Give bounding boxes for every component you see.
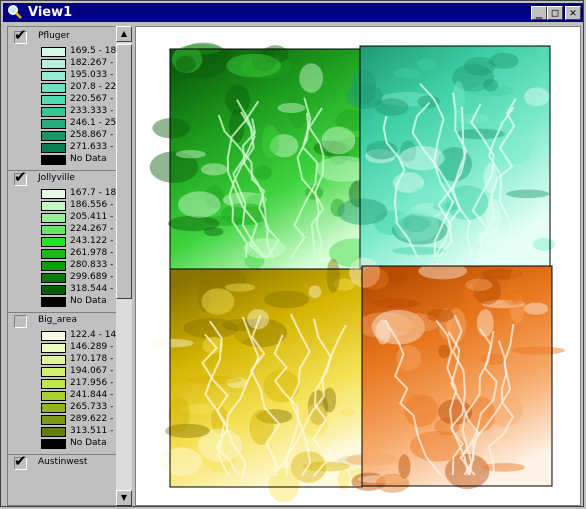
legend-class-label: 241.844 -	[70, 390, 114, 400]
scroll-up-arrow-icon[interactable]: ▲	[116, 26, 132, 42]
legend-swatch	[41, 143, 66, 153]
legend-class-label: No Data	[70, 154, 107, 164]
layer-name: Jollyville	[38, 173, 75, 183]
layer-separator	[8, 312, 118, 313]
legend-class-label: No Data	[70, 296, 107, 306]
scroll-down-arrow-icon[interactable]: ▼	[116, 490, 132, 506]
layer-visibility-checkbox[interactable]: ✔	[14, 27, 27, 44]
map-display[interactable]	[135, 26, 581, 506]
legend-swatch	[41, 355, 66, 365]
legend-swatch	[41, 391, 66, 401]
legend-swatch	[41, 131, 66, 141]
legend-class-label: 195.033 -	[70, 70, 114, 80]
layer-visibility-checkbox[interactable]: ✔	[14, 169, 27, 186]
legend-swatch	[41, 95, 66, 105]
legend-swatch	[41, 249, 66, 259]
legend-class-label: 318.544 -	[70, 284, 114, 294]
legend-swatch	[41, 71, 66, 81]
legend-swatch	[41, 415, 66, 425]
legend-swatch	[41, 427, 66, 437]
legend-class-label: 243.122 -	[70, 236, 114, 246]
legend-class-label: 265.733 -	[70, 402, 114, 412]
legend-class-label: 271.633 -	[70, 142, 114, 152]
legend-class-label: 224.267 -	[70, 224, 114, 234]
layer-name: Pfluger	[38, 31, 70, 41]
layer-visibility-checkbox[interactable]: ✔	[14, 453, 27, 470]
legend-swatch	[41, 273, 66, 283]
legend-swatch	[41, 189, 66, 199]
checkmark-icon: ✔	[14, 26, 27, 44]
legend-class-label: 233.333 -	[70, 106, 114, 116]
legend-class-label: 313.511 -	[70, 426, 114, 436]
legend-class-label: 167.7 - 18	[70, 188, 117, 198]
legend-scrollbar[interactable]: ▲ ▼	[116, 26, 132, 506]
legend-class-label: No Data	[70, 438, 107, 448]
legend-class-label: 289.622 -	[70, 414, 114, 424]
legend-swatch	[41, 403, 66, 413]
map-tile-jollyville[interactable]	[149, 42, 384, 270]
legend-class-label: 169.5 - 18	[70, 46, 117, 56]
view-magnifier-icon	[8, 5, 22, 19]
legend-swatch	[41, 343, 66, 353]
legend-class-label: 170.178 -	[70, 354, 114, 364]
legend-class-label: 299.689 -	[70, 272, 114, 282]
legend-swatch	[41, 201, 66, 211]
layer-name: Big_area	[38, 315, 77, 325]
legend-swatch	[41, 261, 66, 271]
legend-class-label: 122.4 - 14	[70, 330, 117, 340]
legend-class-label: 146.289 -	[70, 342, 114, 352]
legend-class-label: 207.8 - 22	[70, 82, 117, 92]
legend-class-label: 194.067 -	[70, 366, 114, 376]
legend-swatch	[41, 297, 66, 307]
legend-swatch	[41, 285, 66, 295]
legend-panel: ✔ Pfluger 169.5 - 18 182.267 - 195.033 - 207.…	[7, 26, 132, 506]
legend-class-label: 258.867 -	[70, 130, 114, 140]
view-window: View1 _ □ ✕ ✔ Pfluger 169.5 - 18 182.267 - 1…	[0, 0, 584, 507]
legend-swatch	[41, 379, 66, 389]
legend-class-label: 246.1 - 25	[70, 118, 117, 128]
legend-class-label: 182.267 -	[70, 58, 114, 68]
legend-swatch	[41, 107, 66, 117]
title-bar[interactable]: View1 _ □ ✕	[3, 3, 583, 22]
legend-swatch	[41, 225, 66, 235]
legend-swatch	[41, 237, 66, 247]
checkmark-icon: ✔	[14, 168, 27, 186]
legend-class-label: 217.956 -	[70, 378, 114, 388]
layer-visibility-checkbox[interactable]	[14, 315, 27, 328]
legend-class-label: 220.567 -	[70, 94, 114, 104]
legend-swatch	[41, 155, 66, 165]
legend-swatch	[41, 331, 66, 341]
legend-class-label: 280.833 -	[70, 260, 114, 270]
close-button[interactable]: ✕	[565, 6, 581, 20]
checkmark-icon: ✔	[14, 452, 27, 470]
minimize-button[interactable]: _	[531, 6, 547, 20]
legend-swatch	[41, 439, 66, 449]
maximize-button[interactable]: □	[547, 6, 563, 20]
legend-swatch	[41, 83, 66, 93]
layer-name: Austinwest	[38, 457, 88, 467]
legend-swatch	[41, 59, 66, 69]
map-canvas[interactable]	[136, 27, 580, 505]
map-tile-orange[interactable]	[345, 257, 566, 493]
legend-swatch	[41, 367, 66, 377]
window-title: View1	[28, 5, 73, 20]
legend-swatch	[41, 119, 66, 129]
map-tile-yellow[interactable]	[150, 258, 376, 503]
legend-class-label: 186.556 -	[70, 200, 114, 210]
scroll-thumb[interactable]	[116, 44, 132, 299]
legend-swatch	[41, 213, 66, 223]
legend-swatch	[41, 47, 66, 57]
legend-class-label: 205.411 -	[70, 212, 114, 222]
map-tile-pfluger[interactable]	[337, 45, 555, 269]
legend-class-label: 261.978 -	[70, 248, 114, 258]
